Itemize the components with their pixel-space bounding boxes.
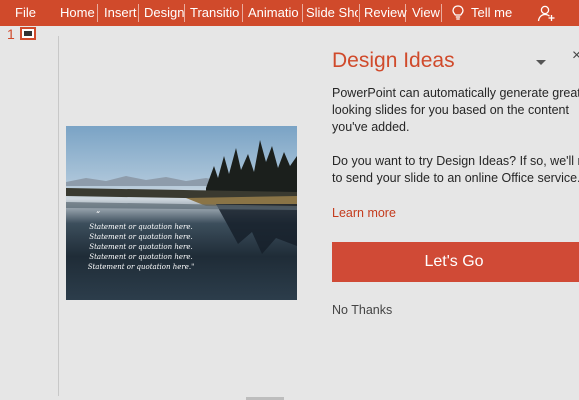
tab-separator [441, 4, 442, 22]
tab-separator [242, 4, 243, 22]
pane-title: Design Ideas [332, 49, 455, 72]
tab-animations[interactable]: Animatio [248, 0, 300, 26]
slide-quote-text[interactable]: Statement or quotation here. Statement o… [66, 222, 216, 272]
pane-description: PowerPoint can automatically generate gr… [332, 85, 579, 136]
close-icon[interactable]: × [572, 47, 579, 65]
tab-file[interactable]: File [15, 0, 36, 26]
slide-thumbnail-pane [0, 26, 58, 400]
tab-transitions[interactable]: Transitior [190, 0, 240, 26]
description-line: you've added. [332, 120, 410, 134]
slide-canvas[interactable]: “ Statement or quotation here. Statement… [66, 126, 297, 300]
lake-photo [66, 140, 297, 254]
tab-review[interactable]: Review [364, 0, 407, 26]
pane-question: Do you want to try Design Ideas? If so, … [332, 153, 579, 187]
tab-separator [302, 4, 303, 22]
quote-line: Statement or quotation here. [89, 253, 193, 261]
quote-mark: “ [96, 210, 101, 219]
question-line: Do you want to try Design Ideas? If so, … [332, 154, 579, 168]
description-line: PowerPoint can automatically generate gr… [332, 86, 579, 100]
tab-slide-show[interactable]: Slide Sho [306, 0, 358, 26]
add-person-icon[interactable] [537, 4, 555, 25]
tab-separator [97, 4, 98, 22]
quote-line: Statement or quotation here. [89, 223, 193, 231]
lets-go-button[interactable]: Let's Go [332, 242, 579, 282]
slide-thumbnail-preview [24, 31, 32, 36]
quote-line: Statement or quotation here. [89, 233, 193, 241]
quote-line: Statement or quotation here." [87, 263, 195, 271]
tab-separator [184, 4, 185, 22]
tab-view[interactable]: View [412, 0, 440, 26]
description-line: looking slides for you based on the cont… [332, 103, 569, 117]
tab-design[interactable]: Design [144, 0, 184, 26]
chevron-down-icon[interactable] [535, 54, 547, 72]
learn-more-link[interactable]: Learn more [332, 206, 396, 220]
tab-insert[interactable]: Insert [104, 0, 137, 26]
lightbulb-icon[interactable] [452, 5, 464, 24]
slide-thumbnail[interactable] [20, 27, 36, 40]
tab-separator [359, 4, 360, 22]
no-thanks-link[interactable]: No Thanks [332, 303, 392, 317]
quote-line: Statement or quotation here. [89, 243, 193, 251]
tab-home[interactable]: Home [60, 0, 95, 26]
slide-number: 1 [7, 26, 15, 42]
question-line: to send your slide to an online Office s… [332, 171, 579, 185]
ribbon-tab-bar: File Home Insert Design Transitior Anima… [0, 0, 579, 26]
tab-separator [405, 4, 406, 22]
tell-me-search[interactable]: Tell me [471, 0, 512, 26]
tab-separator [138, 4, 139, 22]
